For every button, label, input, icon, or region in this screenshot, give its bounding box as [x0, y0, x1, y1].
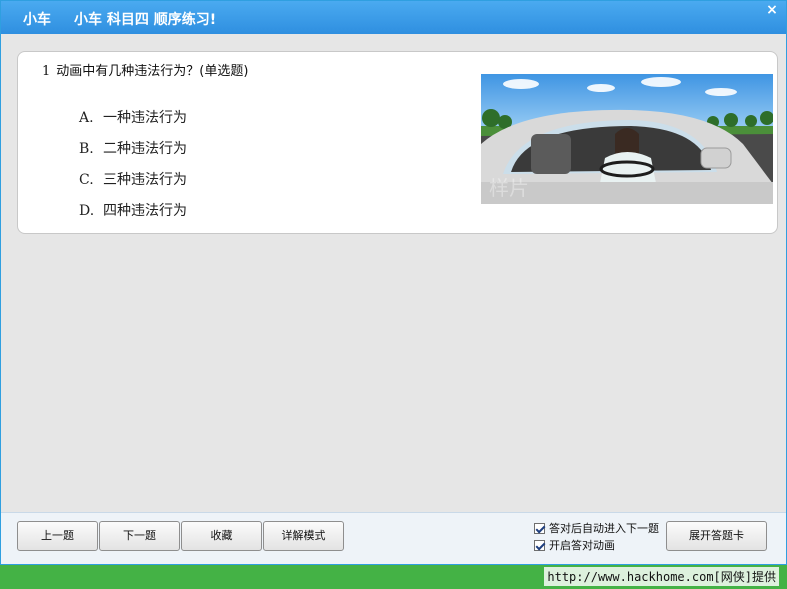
answer-card-button[interactable]: 展开答题卡: [666, 521, 767, 551]
favorite-button[interactable]: 收藏: [181, 521, 262, 551]
close-icon[interactable]: ×: [762, 2, 782, 18]
option-letter: B.: [79, 141, 94, 157]
question-card: 1 动画中有几种违法行为？(单选题) A. 一种违法行为 B. 二种违法行为 C. 三种…: [17, 51, 778, 234]
status-bar: http://www.hackhome.com[网侠]提供: [0, 565, 787, 589]
question-animation-image: 样片: [481, 74, 773, 204]
option-letter: C.: [79, 172, 94, 188]
option-text: 二种违法行为: [103, 141, 187, 157]
option-c[interactable]: C. 三种违法行为: [79, 169, 187, 189]
prev-question-button[interactable]: 上一题: [17, 521, 98, 551]
image-watermark: 样片: [489, 176, 529, 200]
source-watermark: http://www.hackhome.com[网侠]提供: [544, 567, 779, 586]
next-question-button[interactable]: 下一题: [99, 521, 180, 551]
question-text: 动画中有几种违法行为？(单选题): [56, 64, 249, 79]
detail-mode-button[interactable]: 详解模式: [263, 521, 344, 551]
auto-next-checkbox[interactable]: [534, 522, 545, 534]
option-letter: D.: [79, 203, 95, 219]
option-text: 一种违法行为: [103, 110, 187, 126]
option-b[interactable]: B. 二种违法行为: [79, 138, 187, 158]
option-text: 三种违法行为: [103, 172, 187, 188]
animation-option[interactable]: 开启答对动画: [534, 537, 615, 553]
window-title: 小车 科目四 顺序练习!: [74, 12, 217, 28]
auto-next-option[interactable]: 答对后自动进入下一题: [534, 520, 659, 536]
animation-checkbox[interactable]: [534, 539, 545, 551]
bottom-toolbar: 上一题 下一题 收藏 详解模式 答对后自动进入下一题 开启答对动画 展开答题卡: [1, 512, 786, 564]
option-text: 四种违法行为: [103, 203, 187, 219]
option-d[interactable]: D. 四种违法行为: [79, 200, 187, 220]
title-bar: 小车 小车 科目四 顺序练习! ×: [1, 1, 786, 34]
question-number: 1: [42, 64, 51, 79]
window-title-left: 小车: [23, 12, 51, 28]
animation-label: 开启答对动画: [549, 539, 615, 552]
question-text-row: 1 动画中有几种违法行为？(单选题): [42, 60, 248, 79]
option-letter: A.: [79, 110, 94, 126]
auto-next-label: 答对后自动进入下一题: [549, 522, 659, 535]
option-a[interactable]: A. 一种违法行为: [79, 107, 187, 127]
app-window: 小车 小车 科目四 顺序练习! × 1 动画中有几种违法行为？(单选题) A. 一种…: [0, 0, 787, 565]
